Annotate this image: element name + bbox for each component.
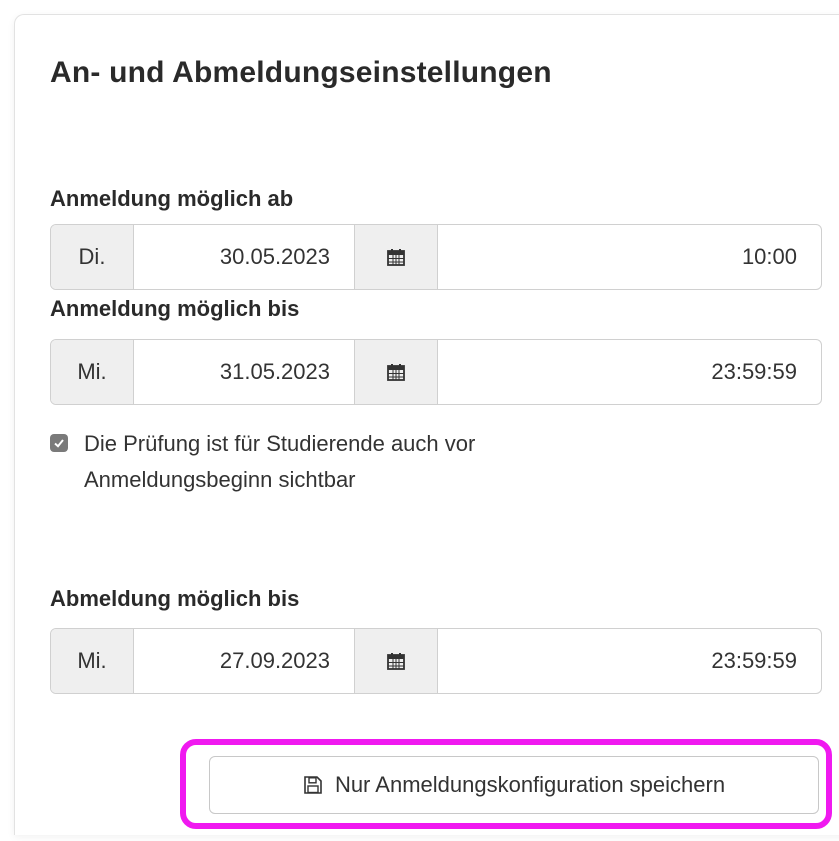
deregistration-until-time-input[interactable]: 23:59:59 (438, 629, 821, 693)
page-title: An- und Abmeldungseinstellungen (50, 56, 552, 89)
registration-from-row: Di. 30.05.2023 10:00 (50, 224, 822, 290)
calendar-icon[interactable] (355, 225, 438, 289)
visibility-checkbox-label: Die Prüfung ist für Studierende auch vor… (84, 431, 476, 492)
deregistration-until-label: Abmeldung möglich bis (50, 586, 300, 611)
registration-from-time-input[interactable]: 10:00 (438, 225, 821, 289)
calendar-icon[interactable] (355, 629, 438, 693)
registration-until-time-input[interactable]: 23:59:59 (438, 340, 821, 404)
deregistration-until-row: Mi. 27.09.2023 23:59:59 (50, 628, 822, 694)
registration-until-day: Mi. (51, 340, 134, 404)
deregistration-until-date-input[interactable]: 27.09.2023 (134, 629, 355, 693)
registration-until-row: Mi. 31.05.2023 23:59:59 (50, 339, 822, 405)
registration-until-date-input[interactable]: 31.05.2023 (134, 340, 355, 404)
save-button-label: Nur Anmeldungskonfiguration speichern (334, 772, 726, 797)
settings-panel (14, 14, 839, 835)
deregistration-until-day: Mi. (51, 629, 134, 693)
registration-from-day: Di. (51, 225, 134, 289)
visibility-checkbox[interactable] (50, 434, 68, 452)
floppy-disk-icon (303, 775, 323, 795)
checkmark-icon (54, 439, 64, 448)
registration-from-date-input[interactable]: 30.05.2023 (134, 225, 355, 289)
registration-from-label: Anmeldung möglich ab (50, 186, 294, 211)
registration-until-label: Anmeldung möglich bis (50, 296, 300, 321)
visibility-option: Die Prüfung ist für Studierende auch vor… (50, 426, 644, 498)
calendar-icon[interactable] (355, 340, 438, 404)
save-registration-config-button[interactable]: Nur Anmeldungskonfiguration speichern (209, 756, 819, 814)
